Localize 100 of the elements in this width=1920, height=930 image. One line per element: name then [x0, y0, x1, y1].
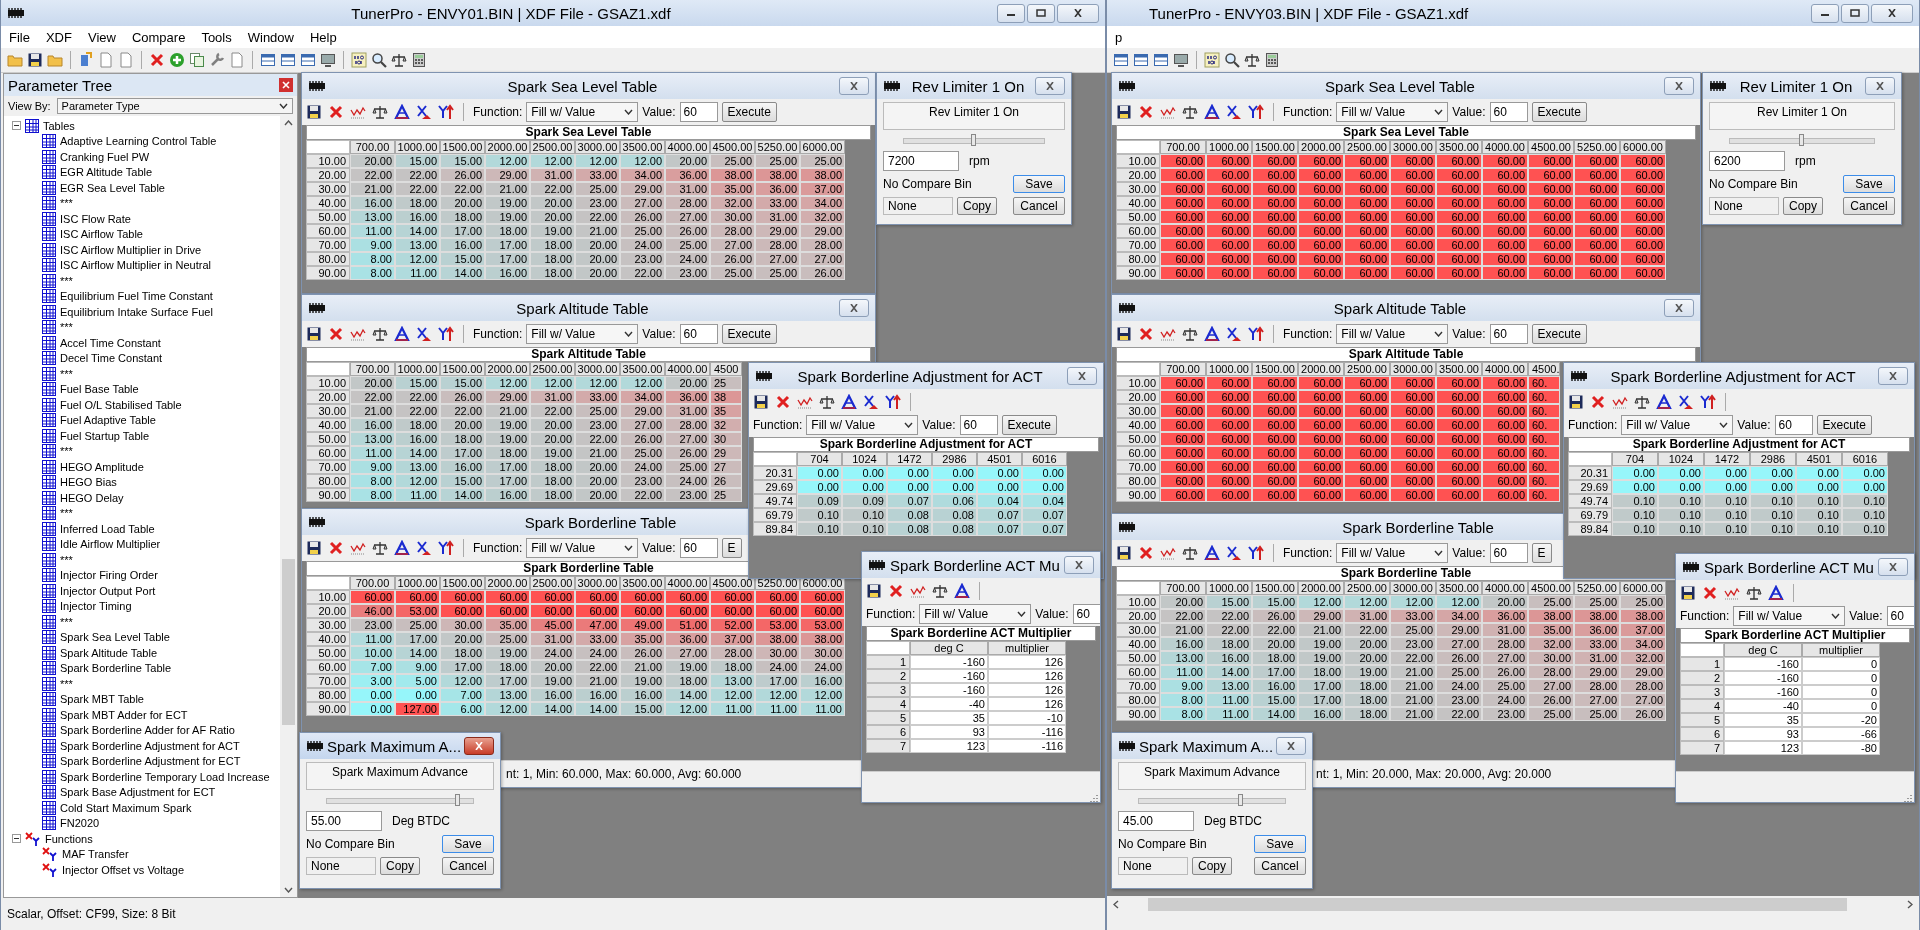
table-cell[interactable]: 24.00	[530, 646, 575, 660]
table-cell[interactable]: 22.00	[350, 390, 395, 404]
function-dropdown[interactable]: Fill w/ Value	[1336, 543, 1449, 563]
table-cell[interactable]: -20	[1802, 713, 1880, 727]
table-cell[interactable]: 60.00	[1344, 238, 1390, 252]
table-cell[interactable]: 60.00	[1436, 460, 1482, 474]
table-cell[interactable]: -160	[1724, 685, 1802, 699]
table-cell[interactable]: 60.00	[1206, 446, 1252, 460]
row-header[interactable]: 30.00	[1116, 623, 1160, 637]
column-header[interactable]: 3500.00	[1436, 140, 1482, 154]
table-cell[interactable]: 12.00	[620, 154, 665, 168]
table-cell[interactable]: 60.00	[1436, 182, 1482, 196]
row-header[interactable]: 70.00	[306, 238, 350, 252]
table-cell[interactable]: 24.00	[620, 460, 665, 474]
row-header[interactable]: 90.00	[306, 266, 350, 280]
table-cell[interactable]: 60.00	[755, 590, 800, 604]
table-cell[interactable]: 0	[1802, 685, 1880, 699]
table-cell[interactable]: 60.00	[1252, 418, 1298, 432]
table-cell[interactable]: 60.00	[1252, 224, 1298, 238]
table-cell[interactable]: 20.00	[665, 154, 710, 168]
table-cell[interactable]: 38.00	[800, 168, 845, 182]
table-cell[interactable]: 17.00	[485, 474, 530, 488]
table-cell[interactable]: 0.00	[1022, 480, 1067, 494]
table-cell[interactable]: 18.00	[1206, 637, 1252, 651]
row-header[interactable]: 60.00	[1116, 224, 1160, 238]
table-cell[interactable]: 11.00	[755, 702, 800, 716]
table-cell[interactable]: 0.07	[887, 494, 932, 508]
table-cell[interactable]: 16.00	[395, 432, 440, 446]
table-cell[interactable]: 0.10	[842, 508, 887, 522]
row-header[interactable]: 7	[866, 739, 910, 753]
table-cell[interactable]: 22.00	[1206, 623, 1252, 637]
table-cell[interactable]: 8.00	[350, 488, 395, 502]
table-cell[interactable]: 13.00	[350, 432, 395, 446]
table-cell[interactable]: 0.10	[797, 508, 842, 522]
tree-item[interactable]: Fuel Adaptive Table	[60, 414, 156, 427]
table-cell[interactable]: 26.00	[1482, 665, 1528, 679]
table-cell[interactable]: 22.00	[440, 182, 485, 196]
table-cell[interactable]: 60.00	[1298, 390, 1344, 404]
table-cell[interactable]: 60.00	[1160, 404, 1206, 418]
table-cell[interactable]: 25	[710, 376, 742, 390]
table-cell[interactable]: 34.00	[800, 196, 845, 210]
save-button[interactable]: Save	[442, 835, 494, 853]
table-cell[interactable]: 16.00	[485, 266, 530, 280]
table-cell[interactable]: 0.00	[1022, 466, 1067, 480]
table-cell[interactable]: 60.00	[1436, 488, 1482, 502]
table-cell[interactable]: 60.00	[1298, 266, 1344, 280]
column-header[interactable]: 4501	[977, 452, 1022, 466]
table-cell[interactable]: 60.00	[1574, 196, 1620, 210]
table-cell[interactable]: 33.00	[575, 168, 620, 182]
table-cell[interactable]: 0.00	[1612, 466, 1658, 480]
table-cell[interactable]: 38.00	[1528, 609, 1574, 623]
row-header[interactable]: 5	[1680, 713, 1724, 727]
column-header[interactable]: 1000.00	[395, 140, 440, 154]
table-cell[interactable]: 7.00	[350, 660, 395, 674]
row-header[interactable]: 30.00	[1116, 404, 1160, 418]
table-cell[interactable]: 24.00	[800, 660, 845, 674]
table-cell[interactable]: 25	[710, 488, 742, 502]
table-cell[interactable]: 16.00	[1160, 637, 1206, 651]
table-cell[interactable]: 38.00	[710, 168, 755, 182]
table-cell[interactable]: 60.00	[1528, 224, 1574, 238]
table-cell[interactable]: 26.00	[800, 266, 845, 280]
table-cell[interactable]: 126	[988, 655, 1066, 669]
function-dropdown[interactable]: Fill w/ Value	[1621, 415, 1734, 435]
table-cell[interactable]: 60.00	[1206, 238, 1252, 252]
table-cell[interactable]: 0.00	[1750, 480, 1796, 494]
table-cell[interactable]: 60.00	[1390, 446, 1436, 460]
row-header[interactable]: 69.79	[753, 508, 797, 522]
tree-item[interactable]: ISC Airflow Multiplier in Drive	[60, 243, 202, 256]
table-cell[interactable]: 21.00	[575, 674, 620, 688]
row-header[interactable]: 60.00	[1116, 446, 1160, 460]
table-cell[interactable]: 60.00	[530, 590, 575, 604]
table-cell[interactable]: 25.00	[1574, 595, 1620, 609]
table-cell[interactable]: 60.00	[1344, 474, 1390, 488]
table-cell[interactable]: 17.00	[485, 252, 530, 266]
function-dropdown[interactable]: Fill w/ Value	[1336, 102, 1449, 122]
row-header[interactable]: 29.69	[1568, 480, 1612, 494]
table-cell[interactable]: 0.08	[932, 522, 977, 536]
table-cell[interactable]: 38.00	[800, 632, 845, 646]
row-header[interactable]: 2	[1680, 671, 1724, 685]
table-cell[interactable]: 15.00	[1206, 595, 1252, 609]
table-cell[interactable]: 0.00	[1796, 480, 1842, 494]
table-cell[interactable]: 29.00	[620, 182, 665, 196]
column-header[interactable]: deg C	[1724, 643, 1802, 657]
table-cell[interactable]: 60.	[1528, 446, 1560, 460]
function-dropdown[interactable]: Fill w/ Value	[1733, 606, 1846, 626]
table-cell[interactable]: 18.00	[530, 238, 575, 252]
table-cell[interactable]: 17.00	[1298, 679, 1344, 693]
table-cell[interactable]: 22.00	[575, 660, 620, 674]
table-cell[interactable]: 11.00	[710, 702, 755, 716]
table-cell[interactable]: 60.00	[1298, 474, 1344, 488]
table-cell[interactable]: 60.00	[1344, 446, 1390, 460]
table-cell[interactable]: 60.00	[1482, 266, 1528, 280]
table-cell[interactable]: 14.00	[440, 488, 485, 502]
table-cell[interactable]: 12.00	[1436, 595, 1482, 609]
table-cell[interactable]: 14.00	[395, 646, 440, 660]
table-cell[interactable]: 25.00	[395, 618, 440, 632]
table-cell[interactable]: 60.00	[1620, 154, 1666, 168]
table-cell[interactable]: 60.00	[1252, 168, 1298, 182]
table-cell[interactable]: -40	[910, 697, 988, 711]
column-header[interactable]: 4500.	[1528, 362, 1560, 376]
